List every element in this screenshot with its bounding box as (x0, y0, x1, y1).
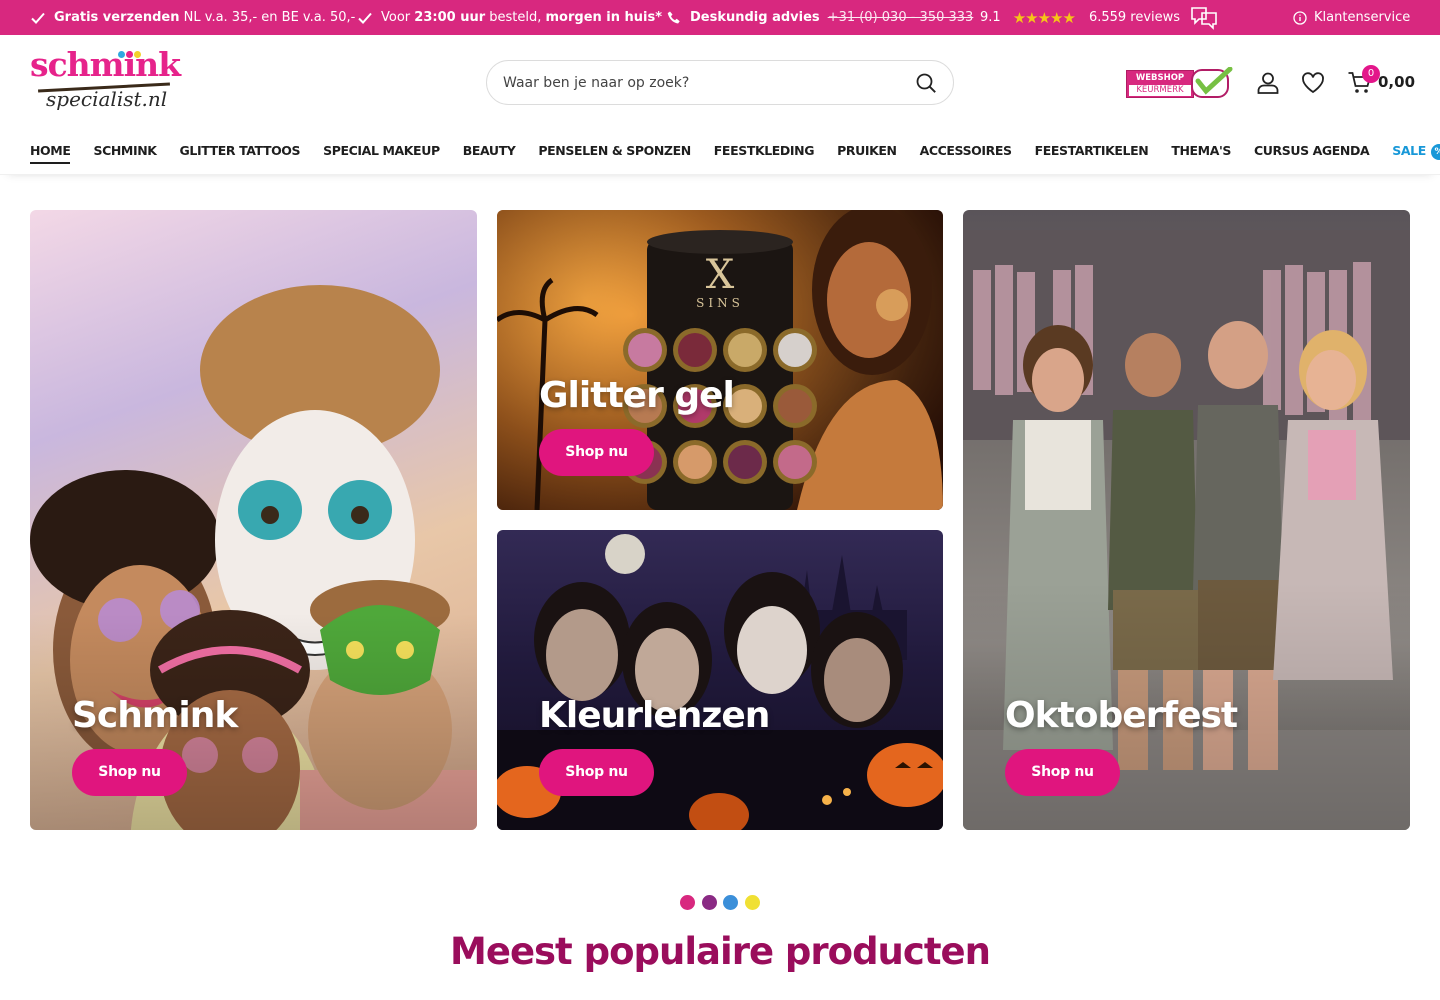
color-dot (680, 895, 695, 910)
nav-item-feestkleding[interactable]: FEESTKLEDING (714, 143, 815, 165)
nav-item-home[interactable]: HOME (30, 143, 71, 165)
shipping-rest: NL v.a. 35,- en BE v.a. 50,- (183, 10, 356, 25)
color-dot (744, 895, 760, 910)
order-time: 23:00 uur (414, 10, 486, 25)
rating-stars-icon: ★★★★★ (1012, 8, 1076, 27)
tile-title: Oktoberfest (1005, 695, 1238, 736)
account-icon[interactable] (1255, 70, 1281, 96)
nav-item-beauty[interactable]: BEAUTY (463, 143, 516, 165)
tile-oktoberfest[interactable]: Oktoberfest Shop nu (963, 210, 1410, 830)
nav-item-themas[interactable]: THEMA'S (1171, 143, 1231, 165)
nav-item-special-makeup[interactable]: SPECIAL MAKEUP (323, 143, 440, 165)
site-logo[interactable]: schmink specialist.nl (30, 43, 182, 119)
advice-phone[interactable]: +31 (0) 030 - 350 333 (828, 10, 974, 25)
color-dot (723, 895, 738, 910)
tile-title: Kleurlenzen (539, 695, 770, 736)
jar-sub-text: SINS (696, 296, 744, 310)
logo-domain: specialist.nl (46, 87, 168, 111)
sale-percent-icon: % (1430, 144, 1440, 160)
tile-title: Schmink (72, 695, 238, 736)
rating-info[interactable]: 9.1 ★★★★★ 6.559 reviews (980, 0, 1218, 35)
customer-service-label: Klantenservice (1314, 10, 1411, 25)
phone-icon (667, 11, 680, 23)
delivery-info: Voor 23:00 uur besteld, morgen in huis* (357, 0, 662, 35)
sale-label: SALE (1392, 143, 1426, 158)
tile-schmink[interactable]: Schmink Shop nu (30, 210, 477, 830)
order-bold: morgen in huis* (545, 10, 663, 25)
tile-title: Glitter gel (539, 375, 735, 416)
site-header: schmink specialist.nl WEBSHOP KEURMERK 0… (0, 35, 1440, 129)
customer-service-link[interactable]: Klantenservice (1293, 0, 1410, 35)
nav-item-penselen-sponzen[interactable]: PENSELEN & SPONZEN (538, 143, 691, 165)
keurmerk-bottom: KEURMERK (1129, 85, 1191, 96)
review-count[interactable]: 6.559 reviews (1089, 10, 1180, 25)
nav-item-cursus-agenda[interactable]: CURSUS AGENDA (1254, 143, 1370, 165)
color-dot (701, 895, 717, 910)
check-icon (31, 12, 45, 24)
nav-item-feestartikelen[interactable]: FEESTARTIKELEN (1035, 143, 1149, 165)
schmink-family-image (30, 210, 477, 830)
cart-total[interactable]: 0,00 (1378, 73, 1415, 91)
order-pre: Voor (381, 10, 411, 25)
advice-label: Deskundig advies (690, 10, 820, 25)
nav-item-schmink[interactable]: SCHMINK (93, 143, 156, 165)
tile-kleurlenzen[interactable]: Kleurlenzen Shop nu (497, 530, 943, 830)
shop-now-button[interactable]: Shop nu (539, 429, 654, 476)
nav-item-accessoires[interactable]: ACCESSOIRES (920, 143, 1012, 165)
webshop-keurmerk-badge[interactable]: WEBSHOP KEURMERK (1126, 67, 1233, 99)
shop-now-button[interactable]: Shop nu (72, 749, 187, 796)
main-navigation: HOME SCHMINK GLITTER TATTOOS SPECIAL MAK… (0, 129, 1440, 175)
keurmerk-check-icon (1191, 67, 1233, 98)
jar-brand-text: X (706, 252, 735, 298)
check-icon (358, 12, 372, 24)
advice-info[interactable]: Deskundig advies +31 (0) 030 - 350 333 (666, 0, 973, 35)
section-heading-popular: Meest populaire producten (450, 930, 991, 973)
shipping-bold: Gratis verzenden (54, 10, 180, 25)
review-speech-icon (1191, 6, 1217, 30)
nav-item-glitter-tattoos[interactable]: GLITTER TATTOOS (180, 143, 301, 165)
oktoberfest-store-image (963, 210, 1410, 830)
keurmerk-label: WEBSHOP KEURMERK (1126, 70, 1194, 98)
nav-item-sale[interactable]: SALE% (1392, 143, 1440, 165)
search-bar (486, 60, 954, 105)
wishlist-heart-icon[interactable] (1300, 70, 1326, 96)
shop-now-button[interactable]: Shop nu (1005, 749, 1120, 796)
keurmerk-top: WEBSHOP (1135, 73, 1185, 83)
search-input[interactable] (503, 72, 903, 94)
nav-item-pruiken[interactable]: PRUIKEN (837, 143, 897, 165)
decorative-color-dots (680, 895, 766, 910)
search-icon[interactable] (915, 72, 937, 94)
rating-score: 9.1 (980, 10, 1001, 25)
order-mid: besteld, (489, 10, 542, 25)
info-icon (1293, 10, 1307, 25)
promo-bar: Gratis verzenden NL v.a. 35,- en BE v.a.… (0, 0, 1440, 35)
logo-wordmark: schmink (30, 45, 181, 84)
shop-now-button[interactable]: Shop nu (539, 749, 654, 796)
tile-glitter-gel[interactable]: X SINS Glitter gel Shop nu (497, 210, 943, 510)
shipping-info: Gratis verzenden NL v.a. 35,- en BE v.a.… (30, 0, 355, 35)
